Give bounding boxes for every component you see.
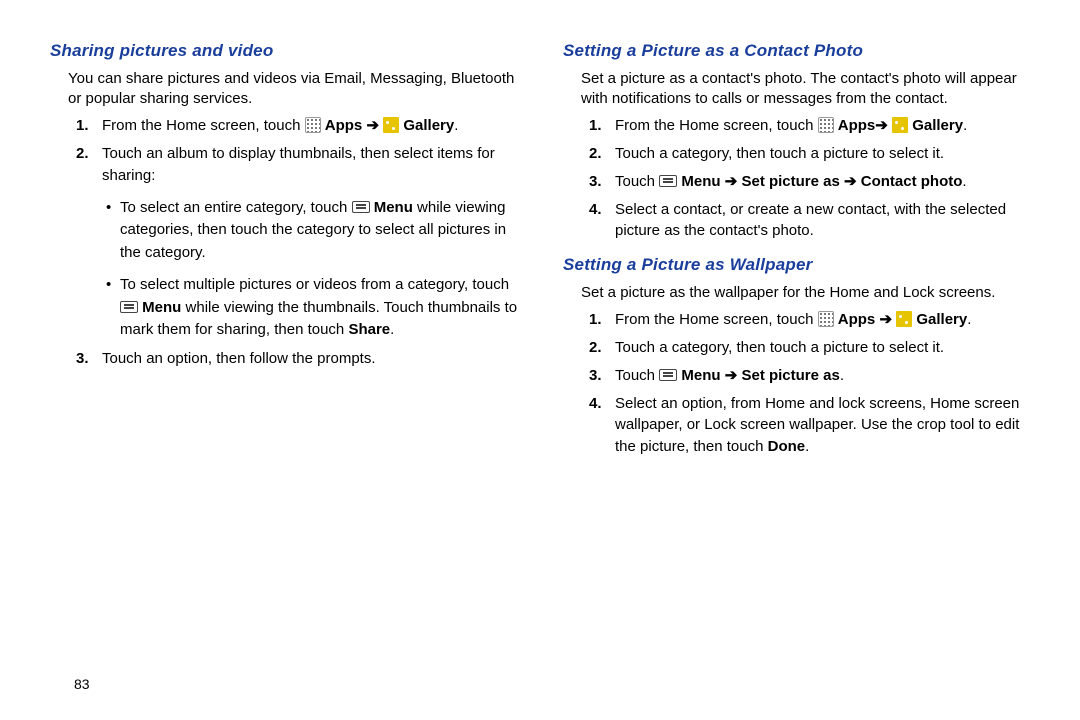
wall-step-2: 2. Touch a category, then touch a pictur… <box>581 337 1040 359</box>
intro-sharing: You can share pictures and videos via Em… <box>50 69 527 110</box>
text: Select an option, from Home and lock scr… <box>615 395 1019 456</box>
heading-contact-photo: Setting a Picture as a Contact Photo <box>563 40 1040 63</box>
menu-icon <box>659 369 677 381</box>
wall-step-1: 1. From the Home screen, touch Apps ➔ Ga… <box>581 309 1040 331</box>
text: . <box>967 311 971 328</box>
gallery-icon <box>892 117 908 133</box>
wall-step-3: 3. Touch Menu ➔ Set picture as. <box>581 365 1040 387</box>
apps-icon <box>818 311 834 327</box>
text: . <box>963 117 967 134</box>
text: . <box>962 173 966 190</box>
intro-wallpaper: Set a picture as the wallpaper for the H… <box>563 283 1040 303</box>
text: Touch <box>615 367 659 384</box>
contact-step-4: 4. Select a contact, or create a new con… <box>581 199 1040 243</box>
text: From the Home screen, touch <box>615 117 818 134</box>
apps-icon <box>818 117 834 133</box>
menu-label: Menu <box>681 173 724 190</box>
apps-label: Apps <box>838 117 876 134</box>
menu-icon <box>120 301 138 313</box>
share-label: Share <box>348 321 390 338</box>
arrow-icon: ➔ <box>725 173 738 190</box>
text: Touch <box>615 173 659 190</box>
menu-label: Menu <box>142 299 181 316</box>
text: Touch a category, then touch a picture t… <box>615 337 1040 359</box>
menu-icon <box>659 175 677 187</box>
text: From the Home screen, touch <box>102 117 305 134</box>
text: . <box>454 117 458 134</box>
done-label: Done <box>768 438 806 455</box>
set-picture-as-label: Set picture as <box>741 173 844 190</box>
arrow-icon: ➔ <box>875 117 888 134</box>
arrow-icon: ➔ <box>725 367 738 384</box>
text: Touch an album to display thumbnails, th… <box>102 145 495 184</box>
menu-label: Menu <box>374 199 413 216</box>
menu-label: Menu <box>681 367 724 384</box>
text: Touch an option, then follow the prompts… <box>102 348 527 370</box>
contact-step-1: 1. From the Home screen, touch Apps➔ Gal… <box>581 115 1040 137</box>
text: . <box>390 321 394 338</box>
sharing-bullet-2: To select multiple pictures or videos fr… <box>102 274 527 342</box>
apps-label: Apps <box>838 311 880 328</box>
text: From the Home screen, touch <box>615 311 818 328</box>
sharing-step-2: 2. Touch an album to display thumbnails,… <box>68 143 527 342</box>
wall-step-4: 4. Select an option, from Home and lock … <box>581 393 1040 458</box>
menu-icon <box>352 201 370 213</box>
set-picture-as-label: Set picture as <box>741 367 839 384</box>
contact-photo-label: Contact photo <box>861 173 963 190</box>
contact-step-2: 2. Touch a category, then touch a pictur… <box>581 143 1040 165</box>
gallery-icon <box>896 311 912 327</box>
apps-icon <box>305 117 321 133</box>
gallery-label: Gallery <box>912 117 963 134</box>
gallery-label: Gallery <box>403 117 454 134</box>
heading-sharing: Sharing pictures and video <box>50 40 527 63</box>
arrow-icon: ➔ <box>366 117 379 134</box>
gallery-label: Gallery <box>916 311 967 328</box>
contact-step-3: 3. Touch Menu ➔ Set picture as ➔ Contact… <box>581 171 1040 193</box>
arrow-icon: ➔ <box>879 311 892 328</box>
arrow-icon: ➔ <box>844 173 857 190</box>
text: To select an entire category, touch <box>120 199 352 216</box>
gallery-icon <box>383 117 399 133</box>
text: . <box>805 438 809 455</box>
text: Select a contact, or create a new contac… <box>615 199 1040 243</box>
sharing-step-3: 3. Touch an option, then follow the prom… <box>68 348 527 370</box>
sharing-step-1: 1. From the Home screen, touch Apps ➔ Ga… <box>68 115 527 137</box>
intro-contact: Set a picture as a contact's photo. The … <box>563 69 1040 110</box>
text: . <box>840 367 844 384</box>
text: To select multiple pictures or videos fr… <box>120 276 509 293</box>
sharing-bullet-1: To select an entire category, touch Menu… <box>102 197 527 265</box>
text: Touch a category, then touch a picture t… <box>615 143 1040 165</box>
heading-wallpaper: Setting a Picture as Wallpaper <box>563 254 1040 277</box>
apps-label: Apps <box>325 117 367 134</box>
page-number: 83 <box>74 675 90 694</box>
